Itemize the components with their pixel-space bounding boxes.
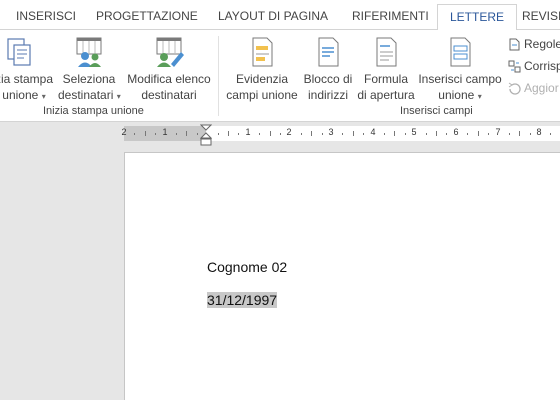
ruler-number: 1 [245, 127, 251, 137]
ruler-number: 1 [162, 127, 168, 137]
ruler-tick [550, 133, 552, 135]
merge-field-date[interactable]: 31/12/1997 [207, 292, 278, 308]
ruler-tick [488, 133, 489, 135]
ruler-number: 2 [286, 127, 292, 137]
select-recipients-icon [73, 36, 105, 68]
ruler-tick [384, 133, 385, 135]
dropdown-caret-icon: ▾ [41, 92, 46, 101]
ruler-tick [269, 131, 271, 136]
ruler-number: 7 [495, 127, 501, 137]
highlight-merge-fields-button[interactable]: Evidenzia campi unione [224, 36, 300, 103]
start-mail-merge-icon [2, 36, 34, 68]
ribbon-tab-bar: INSERISCI PROGETTAZIONE LAYOUT DI PAGINA… [0, 0, 560, 31]
document-page[interactable]: Cognome 02 31/12/1997 [124, 152, 560, 400]
ruler-tick [280, 133, 281, 135]
match-fields-button[interactable]: Corrisp [508, 57, 560, 75]
ruler-number: 4 [370, 127, 376, 137]
ruler-tick [529, 133, 531, 135]
ruler-tick [155, 133, 157, 135]
highlight-merge-fields-icon [246, 36, 278, 68]
ruler-tick [311, 131, 313, 136]
indent-marker-icon[interactable] [200, 124, 212, 146]
update-labels-icon [508, 82, 521, 95]
ruler-tick [217, 133, 219, 135]
ruler-tick [508, 133, 510, 135]
ruler-tick [228, 131, 229, 136]
ruler-tick [519, 131, 521, 136]
tab-inserisci[interactable]: INSERISCI [16, 0, 76, 31]
group-label-start: Inizia stampa unione [43, 105, 144, 117]
ruler-tick [259, 133, 261, 135]
start-mail-merge-button[interactable]: zia stampa unione ▾ [0, 36, 60, 105]
greeting-line-button[interactable]: Formula di apertura [356, 36, 416, 103]
horizontal-ruler[interactable]: 2 1 1 2 3 4 5 6 7 8 [0, 122, 560, 152]
ruler-tick [176, 133, 177, 135]
tab-progettazione[interactable]: PROGETTAZIONE [96, 0, 198, 31]
ruler-tick [300, 133, 302, 135]
edit-recipient-list-button[interactable]: Modifica elenco destinatari [125, 36, 213, 103]
ruler-tick [144, 131, 146, 136]
ruler-tick [342, 133, 344, 135]
greeting-line-icon [370, 36, 402, 68]
ruler-tick [477, 131, 479, 136]
address-block-button[interactable]: Blocco di indirizzi [300, 36, 356, 103]
ruler-tick [321, 133, 323, 135]
ruler-number: 8 [536, 127, 542, 137]
tab-riferimenti[interactable]: RIFERIMENTI [352, 0, 429, 31]
insert-merge-field-button[interactable]: Inserisci campo unione ▾ [416, 36, 504, 105]
ruler-tick [404, 133, 406, 135]
tab-layout-di-pagina[interactable]: LAYOUT DI PAGINA [218, 0, 328, 31]
ruler-tick [467, 133, 469, 135]
group-separator [218, 36, 219, 116]
insert-merge-field-icon [444, 36, 476, 68]
ruler-tick [186, 131, 188, 136]
ruler-number: 6 [453, 127, 459, 137]
ruler-tick [436, 131, 437, 136]
ruler-tick [394, 131, 396, 136]
merge-field-surname[interactable]: Cognome 02 [207, 259, 287, 275]
ruler-tick [446, 133, 448, 135]
ruler-tick [425, 133, 427, 135]
tab-lettere[interactable]: LETTERE [437, 4, 518, 31]
ribbon-panel: zia stampa unione ▾ Seleziona destinatar… [0, 30, 560, 122]
select-recipients-button[interactable]: Seleziona destinatari ▾ [58, 36, 121, 105]
match-fields-icon [508, 60, 521, 73]
ruler-tick [352, 131, 354, 136]
ruler-tick [134, 133, 136, 135]
update-labels-button[interactable]: Aggior [508, 79, 559, 97]
ruler-number: 3 [328, 127, 334, 137]
group-label-fields: Inserisci campi [400, 105, 473, 117]
dropdown-caret-icon: ▾ [116, 92, 121, 101]
ruler-number: 2 [121, 127, 127, 137]
ruler-number: 5 [411, 127, 417, 137]
edit-recipient-list-icon [153, 36, 185, 68]
ruler-tick [196, 133, 198, 135]
dropdown-caret-icon: ▾ [477, 92, 482, 101]
tab-revisione[interactable]: REVISIONE [522, 0, 560, 31]
ruler-tick [238, 133, 240, 135]
rules-icon [509, 38, 520, 51]
ruler-tick [363, 133, 365, 135]
address-block-icon [312, 36, 344, 68]
rules-button[interactable]: Regole [508, 35, 560, 53]
